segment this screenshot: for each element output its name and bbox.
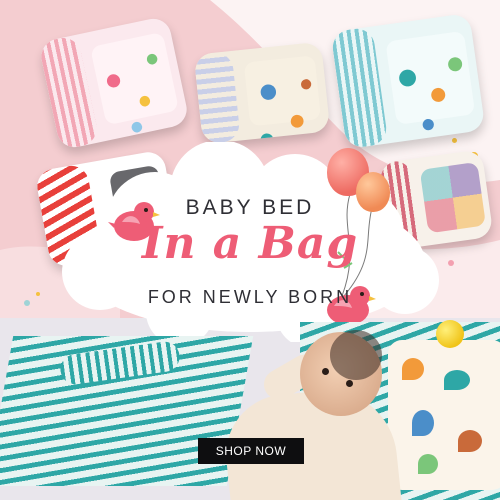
yellow-toy-ball: [436, 320, 464, 348]
baby-hair: [330, 330, 382, 380]
baby-eye: [346, 380, 353, 387]
headline-in-a-bag: In a Bag: [141, 218, 359, 269]
headline-for-newly-born: FOR NEWLY BORN: [147, 287, 353, 307]
baby-eye: [322, 368, 329, 375]
headline-baby-bed: BABY BED: [185, 196, 315, 219]
printed-pillow: [388, 340, 500, 490]
shop-now-button[interactable]: SHOP NOW: [198, 438, 304, 464]
baby-bed-ad-banner: BABY BED In a Bag FOR NEWLY BORN SHOP NO…: [0, 0, 500, 500]
confetti-dot: [452, 138, 457, 143]
rolled-baby-bed-teal: [330, 12, 486, 150]
rolled-baby-bed-beige: [193, 41, 331, 145]
